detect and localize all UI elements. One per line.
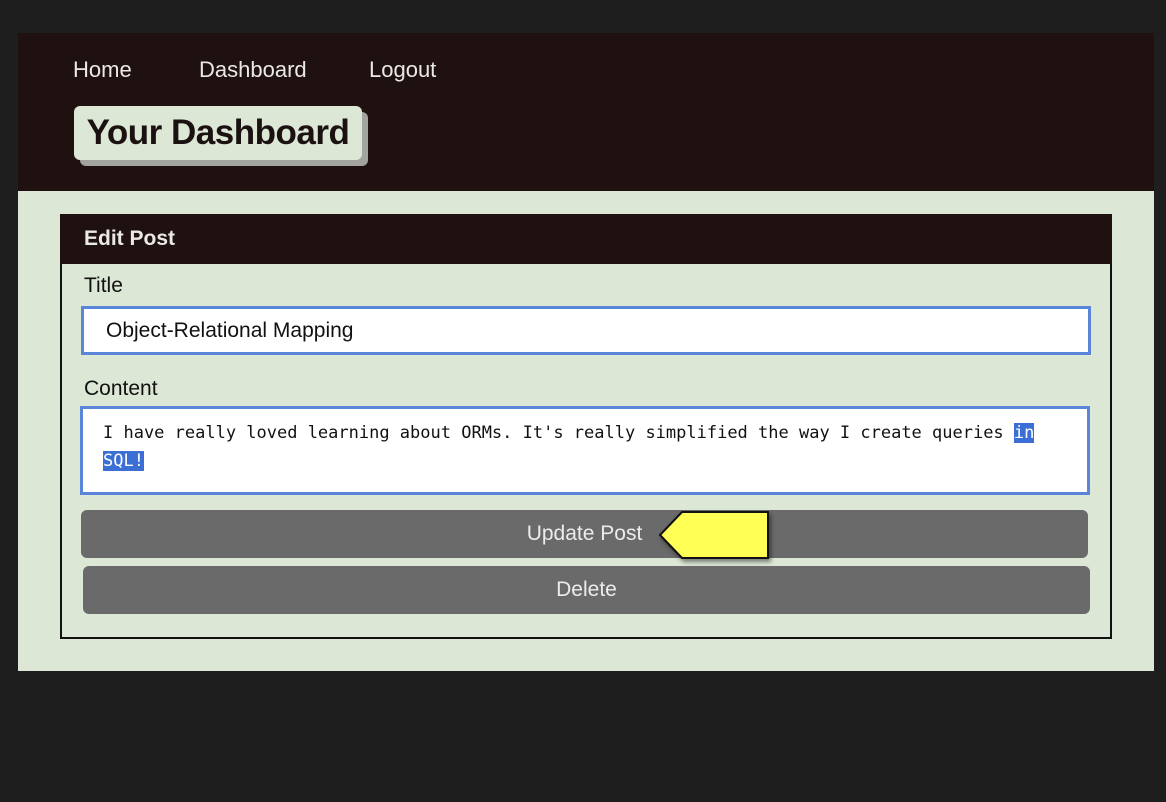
content-text: I have really loved learning about ORMs.… <box>103 423 1014 443</box>
nav-home-link[interactable]: Home <box>73 57 132 83</box>
page-title: Your Dashboard <box>74 106 362 160</box>
content-textarea[interactable]: I have really loved learning about ORMs.… <box>80 406 1090 495</box>
nav-dashboard-link[interactable]: Dashboard <box>199 57 307 83</box>
content-label: Content <box>84 377 158 400</box>
card-heading: Edit Post <box>60 214 1112 264</box>
arrow-pointer-icon <box>658 511 769 559</box>
site-header: Home Dashboard Logout Your Dashboard <box>18 33 1154 191</box>
title-label: Title <box>84 274 123 297</box>
content-selection: SQL! <box>103 451 144 471</box>
delete-button[interactable]: Delete <box>83 566 1090 614</box>
nav-logout-link[interactable]: Logout <box>369 57 436 83</box>
content-selection: in <box>1013 423 1035 443</box>
page-container: Home Dashboard Logout Your Dashboard Edi… <box>18 33 1154 671</box>
edit-post-card: Edit Post Title Object-Relational Mappin… <box>60 214 1112 639</box>
page-title-wrapper: Your Dashboard <box>74 106 368 166</box>
title-input[interactable]: Object-Relational Mapping <box>81 306 1091 355</box>
update-post-button[interactable]: Update Post <box>81 510 1088 558</box>
